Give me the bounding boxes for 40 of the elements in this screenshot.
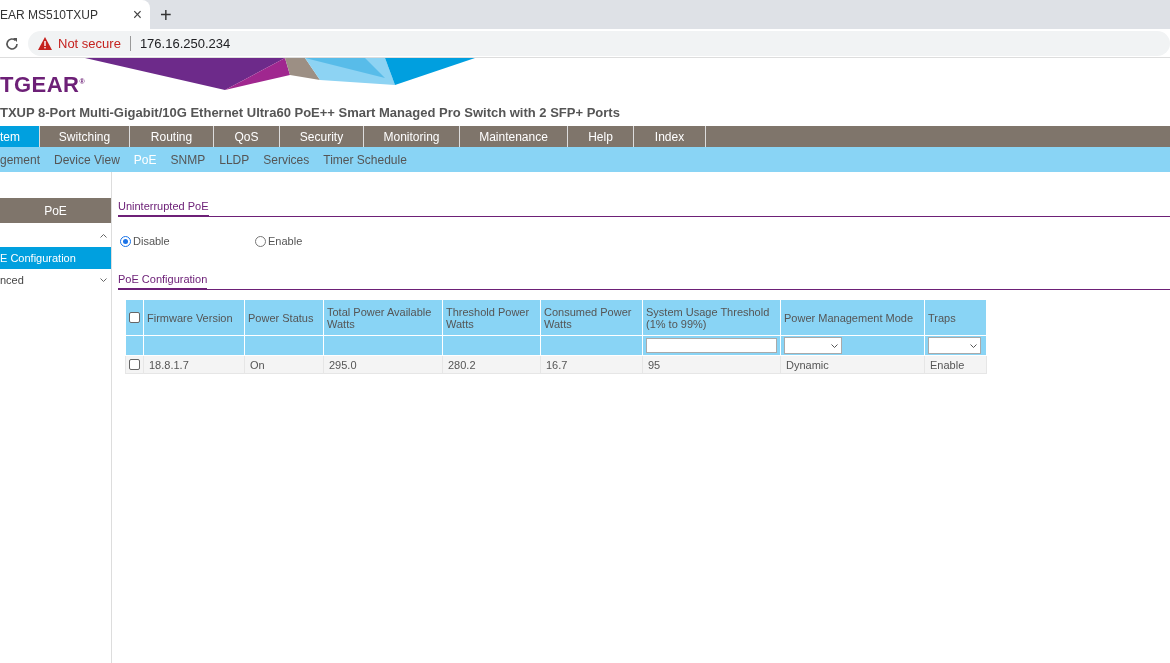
subnav-link[interactable]: Timer Schedule: [323, 152, 407, 167]
filter-field[interactable]: [646, 338, 777, 353]
select-all-checkbox[interactable]: [129, 312, 140, 323]
browser-tab[interactable]: EAR MS510TXUP ×: [0, 0, 150, 29]
new-tab-button[interactable]: +: [160, 4, 172, 25]
sidebar-title: PoE: [0, 198, 111, 223]
caret-up-icon[interactable]: [100, 234, 107, 238]
security-label: Not secure: [58, 35, 121, 51]
radio-label: Disable: [133, 235, 170, 247]
column-header: Threshold Power Watts: [442, 299, 541, 336]
radio-label: Enable: [268, 235, 303, 247]
close-icon[interactable]: ×: [132, 5, 142, 24]
column-header: Power Status: [244, 299, 324, 336]
warning-icon: [38, 36, 52, 50]
caret-down-icon[interactable]: [100, 278, 107, 282]
subnav-link[interactable]: Device View: [54, 152, 120, 167]
reload-icon[interactable]: [5, 37, 19, 51]
chevron-down-icon: [831, 343, 838, 348]
address-bar[interactable]: Not secure 176.16.250.234: [28, 30, 1170, 56]
column-header: Traps: [924, 299, 987, 336]
section-title: Uninterrupted PoE: [118, 200, 209, 217]
device-title: TXUP 8-Port Multi-Gigabit/10G Ethernet Ultra60 PoE++ Smart Managed Pro Switch with 2 SFP+ Ports: [0, 105, 620, 120]
subnav-link[interactable]: SNMP: [170, 152, 206, 167]
subnav-link[interactable]: LLDP: [219, 152, 250, 167]
column-header: Total Power Available Watts: [323, 299, 443, 336]
chevron-down-icon: [970, 343, 977, 348]
subnav-link[interactable]: Services: [263, 152, 310, 167]
column-header: Consumed Power Watts: [540, 299, 643, 336]
column-header: Firmware Version: [143, 299, 245, 336]
nav-tab[interactable]: tem: [0, 126, 40, 147]
brand-logo: TGEAR$^{®}$: [0, 72, 86, 98]
url-text: 176.16.250.234: [139, 35, 231, 51]
subnav-link[interactable]: gement: [0, 152, 41, 167]
section-title: PoE Configuration: [118, 273, 208, 290]
sidebar-item[interactable]: E Configuration: [0, 247, 111, 269]
column-header: System Usage Threshold (1% to 99%): [642, 299, 781, 336]
row-checkbox[interactable]: [129, 359, 140, 370]
column-header: Power Management Mode: [780, 299, 925, 336]
sidebar-group[interactable]: nced: [0, 274, 24, 286]
tab-title: EAR MS510TXUP: [0, 7, 99, 22]
